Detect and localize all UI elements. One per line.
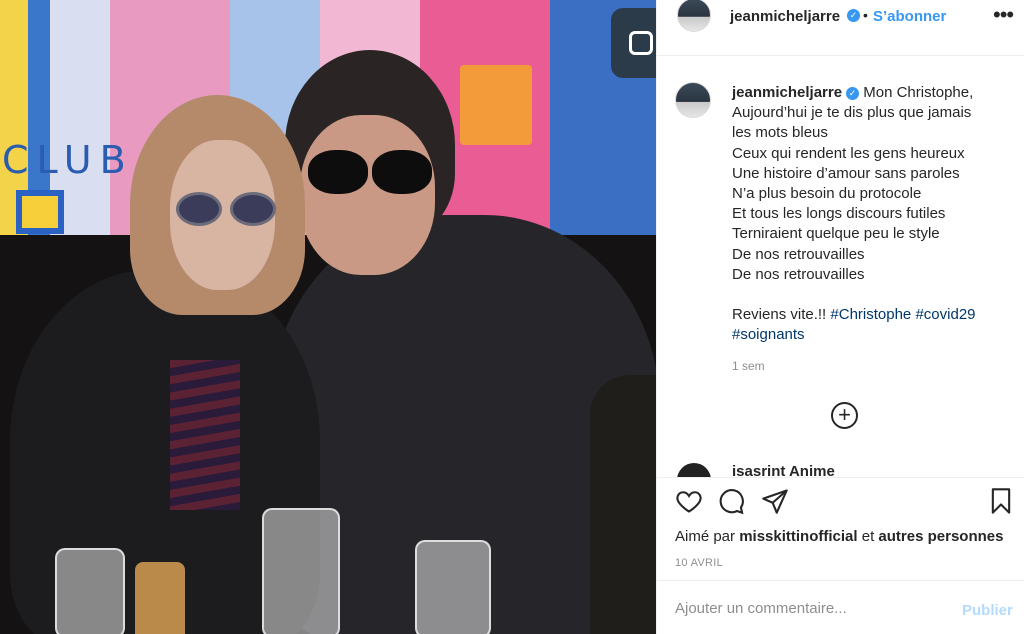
caption-line: De nos retrouvailles — [732, 245, 865, 263]
post-date[interactable]: 10 AVRIL — [675, 557, 723, 569]
comment-bubble-icon[interactable] — [717, 487, 747, 517]
caption-line: Terniraient quelque peu le style — [732, 225, 940, 243]
wall-club-text: CLUB — [2, 138, 134, 182]
heart-icon[interactable] — [675, 487, 705, 517]
photo-round-glasses — [170, 192, 280, 228]
caption-line: Aujourd’hui je te dis plus que jamais — [732, 104, 972, 122]
post-header: jeanmicheljarre ✓ • S’abonner ••• — [657, 0, 1024, 33]
caption-timestamp[interactable]: 1 sem — [732, 359, 765, 373]
hashtag-link[interactable]: #soignants — [732, 326, 805, 343]
verified-badge-icon: ✓ — [847, 9, 860, 22]
paper-plane-icon[interactable] — [761, 487, 791, 517]
likes-others-link[interactable]: autres personnes — [878, 528, 1003, 545]
comment-divider — [657, 580, 1024, 581]
caption-line: N’a plus besoin du protocole — [732, 185, 922, 203]
header-divider — [657, 55, 1024, 56]
follow-button[interactable]: S’abonner — [873, 8, 946, 25]
post-side-panel: jeanmicheljarre ✓ • S’abonner ••• jeanmi… — [656, 0, 1024, 634]
commenter-avatar[interactable] — [677, 463, 711, 477]
comment-item: isasrint Anime — [675, 463, 975, 477]
likes-summary: Aimé par misskittinofficial et autres pe… — [675, 528, 1003, 545]
hashtag-link[interactable]: #covid29 — [915, 306, 975, 323]
caption-line: Et tous les longs discours futiles — [732, 205, 946, 223]
liker-username[interactable]: misskittinofficial — [739, 528, 857, 545]
likes-connector: et — [861, 528, 875, 545]
photo-glass — [415, 540, 491, 634]
caption-line: Mon Christophe, — [863, 84, 974, 101]
hashtag-link[interactable]: #Christophe — [830, 306, 911, 323]
caption-line: les mots bleus — [732, 124, 828, 142]
author-avatar[interactable] — [677, 0, 711, 32]
caption-line: De nos retrouvailles — [732, 265, 865, 283]
likes-prefix: Aimé par — [675, 528, 736, 545]
photo-glass — [262, 508, 340, 634]
actions-divider — [657, 477, 1024, 478]
photo-glass — [55, 548, 125, 634]
publish-button[interactable]: Publier — [962, 602, 1013, 619]
photo-sunglasses — [300, 150, 432, 198]
header-separator: • — [863, 7, 868, 23]
bookmark-icon[interactable] — [987, 487, 1017, 517]
post-photo[interactable]: CLUB — [0, 0, 656, 634]
caption-author-avatar[interactable] — [675, 82, 711, 118]
verified-badge-icon: ✓ — [846, 86, 860, 100]
photo-carousel-icon — [611, 8, 656, 78]
plus-circle-icon[interactable]: + — [831, 402, 858, 429]
caption-username[interactable]: jeanmicheljarre — [732, 84, 842, 101]
photo-bottle — [135, 562, 185, 634]
photo-champagne-bucket — [590, 375, 656, 634]
caption-line: Ceux qui rendent les gens heureux — [732, 144, 965, 162]
author-username[interactable]: jeanmicheljarre — [730, 8, 840, 25]
caption-text: jeanmicheljarre ✓ Mon Christophe, Aujourd… — [732, 83, 1017, 346]
caption-closing: Reviens vite.!! — [732, 306, 827, 324]
comment-input[interactable] — [675, 600, 945, 617]
more-options-icon[interactable]: ••• — [993, 2, 1014, 28]
action-bar — [657, 487, 1024, 519]
commenter-username[interactable]: isasrint Anime — [732, 463, 835, 477]
caption-line: Une histoire d’amour sans paroles — [732, 164, 960, 182]
